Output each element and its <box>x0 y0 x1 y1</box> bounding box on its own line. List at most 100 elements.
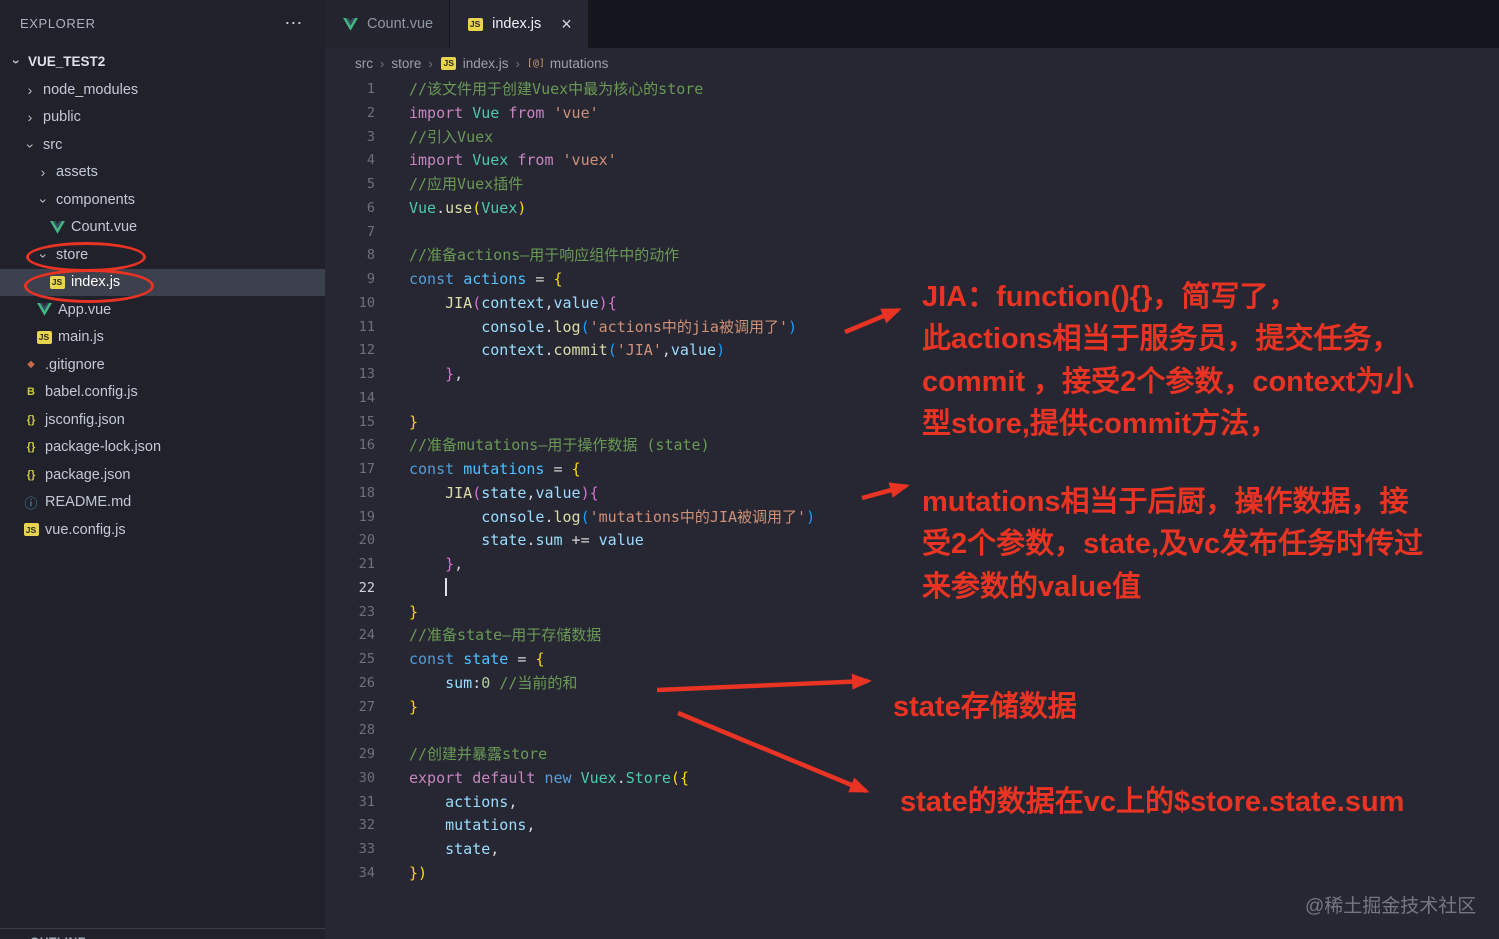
tree-item-App.vue[interactable]: App.vue <box>0 296 325 324</box>
tree-item-main.js[interactable]: JS main.js <box>0 324 325 352</box>
code-line-20[interactable]: 20 state.sum += value <box>325 529 1499 553</box>
tree-item-store[interactable]: › store <box>0 241 325 269</box>
breadcrumb-item-mutations[interactable]: [@] mutations <box>527 56 609 71</box>
tree-item-assets[interactable]: › assets <box>0 159 325 187</box>
tree-item-src[interactable]: › src <box>0 131 325 159</box>
code-line-27[interactable]: 27} <box>325 696 1499 720</box>
line-number[interactable]: 6 <box>325 197 375 221</box>
tab-index.js[interactable]: JS index.js × <box>450 0 589 48</box>
code-line-4[interactable]: 4 import Vuex from 'vuex' <box>325 149 1499 173</box>
line-number[interactable]: 9 <box>325 268 375 292</box>
code-line-18[interactable]: 18 JIA(state,value){ <box>325 482 1499 506</box>
code-line-33[interactable]: 33 state, <box>325 838 1499 862</box>
code-line-34[interactable]: 34}) <box>325 862 1499 886</box>
code-line-21[interactable]: 21 }, <box>325 553 1499 577</box>
line-number[interactable]: 8 <box>325 244 375 268</box>
line-number[interactable]: 1 <box>325 78 375 102</box>
code-line-17[interactable]: 17 const mutations = { <box>325 458 1499 482</box>
tree-item-jsconfig.json[interactable]: {} jsconfig.json <box>0 406 325 434</box>
line-number[interactable]: 33 <box>325 838 375 862</box>
code-line-16[interactable]: 16 //准备mutations—用于操作数据 (state) <box>325 434 1499 458</box>
line-number[interactable]: 2 <box>325 102 375 126</box>
line-number[interactable]: 12 <box>325 339 375 363</box>
breadcrumb-label: src <box>355 55 373 71</box>
code-line-24[interactable]: 24 //准备state—用于存储数据 <box>325 624 1499 648</box>
code-line-22[interactable]: 22 <box>325 577 1499 601</box>
code-line-25[interactable]: 25 const state = { <box>325 648 1499 672</box>
line-number[interactable]: 10 <box>325 292 375 316</box>
line-number[interactable]: 14 <box>325 387 375 411</box>
line-number[interactable]: 25 <box>325 648 375 672</box>
line-number[interactable]: 17 <box>325 458 375 482</box>
line-number[interactable]: 13 <box>325 363 375 387</box>
more-actions-icon[interactable]: ⋯ <box>284 14 303 32</box>
code-line-3[interactable]: 3 //引入Vuex <box>325 126 1499 150</box>
tree-item-public[interactable]: › public <box>0 104 325 132</box>
code-line-6[interactable]: 6 Vue.use(Vuex) <box>325 197 1499 221</box>
line-number[interactable]: 11 <box>325 316 375 340</box>
line-number[interactable]: 30 <box>325 767 375 791</box>
tree-item-node_modules[interactable]: › node_modules <box>0 76 325 104</box>
code-line-9[interactable]: 9 const actions = { <box>325 268 1499 292</box>
line-number[interactable]: 29 <box>325 743 375 767</box>
project-root[interactable]: › VUE_TEST2 <box>0 46 325 76</box>
code-text: const mutations = { <box>409 460 581 478</box>
breadcrumb-item-index.js[interactable]: JS index.js <box>440 56 508 71</box>
line-number[interactable]: 20 <box>325 529 375 553</box>
line-number[interactable]: 3 <box>325 126 375 150</box>
code-line-15[interactable]: 15} <box>325 411 1499 435</box>
code-line-13[interactable]: 13 }, <box>325 363 1499 387</box>
tree-item-index.js[interactable]: JS index.js <box>0 268 325 296</box>
outline-section[interactable]: › OUTLINE <box>0 928 325 939</box>
code-line-1[interactable]: 1 //该文件用于创建Vuex中最为核心的store <box>325 78 1499 102</box>
code-line-5[interactable]: 5 //应用Vuex插件 <box>325 173 1499 197</box>
line-number[interactable]: 32 <box>325 814 375 838</box>
tree-item-components[interactable]: › components <box>0 186 325 214</box>
line-number[interactable]: 23 <box>325 601 375 625</box>
code-line-31[interactable]: 31 actions, <box>325 791 1499 815</box>
line-number[interactable]: 19 <box>325 506 375 530</box>
code-line-26[interactable]: 26 sum:0 //当前的和 <box>325 672 1499 696</box>
code-line-32[interactable]: 32 mutations, <box>325 814 1499 838</box>
tree-item-package.json[interactable]: {} package.json <box>0 461 325 489</box>
line-number[interactable]: 7 <box>325 221 375 245</box>
line-number[interactable]: 26 <box>325 672 375 696</box>
code-line-19[interactable]: 19 console.log('mutations中的JIA被调用了') <box>325 506 1499 530</box>
tree-item-package-lock.json[interactable]: {} package-lock.json <box>0 434 325 462</box>
code-line-12[interactable]: 12 context.commit('JIA',value) <box>325 339 1499 363</box>
close-icon[interactable]: × <box>561 15 572 33</box>
line-number[interactable]: 18 <box>325 482 375 506</box>
line-number[interactable]: 24 <box>325 624 375 648</box>
code-line-29[interactable]: 29 //创建并暴露store <box>325 743 1499 767</box>
line-number[interactable]: 4 <box>325 149 375 173</box>
code-line-7[interactable]: 7 <box>325 221 1499 245</box>
line-number[interactable]: 5 <box>325 173 375 197</box>
breadcrumb-item-store[interactable]: store <box>391 56 421 71</box>
code-line-8[interactable]: 8 //准备actions—用于响应组件中的动作 <box>325 244 1499 268</box>
tree-item-vue.config.js[interactable]: JS vue.config.js <box>0 516 325 544</box>
code-line-28[interactable]: 28 <box>325 719 1499 743</box>
line-number[interactable]: 16 <box>325 434 375 458</box>
line-number[interactable]: 28 <box>325 719 375 743</box>
line-number[interactable]: 21 <box>325 553 375 577</box>
tree-item-label: jsconfig.json <box>45 411 125 428</box>
tree-item-babel.config.js[interactable]: Bbabel.config.js <box>0 379 325 407</box>
line-number[interactable]: 34 <box>325 862 375 886</box>
code-line-23[interactable]: 23} <box>325 601 1499 625</box>
breadcrumb-item-src[interactable]: src <box>355 56 373 71</box>
code-line-30[interactable]: 30 export default new Vuex.Store({ <box>325 767 1499 791</box>
tree-item-label: components <box>56 191 135 208</box>
code-line-11[interactable]: 11 console.log('actions中的jia被调用了') <box>325 316 1499 340</box>
tab-Count.vue[interactable]: Count.vue <box>325 0 451 48</box>
code-line-14[interactable]: 14 <box>325 387 1499 411</box>
code-line-10[interactable]: 10 JIA(context,value){ <box>325 292 1499 316</box>
tree-item-Count.vue[interactable]: Count.vue <box>0 214 325 242</box>
line-number[interactable]: 31 <box>325 791 375 815</box>
tree-item-.gitignore[interactable]: ◆ .gitignore <box>0 351 325 379</box>
code-line-2[interactable]: 2 import Vue from 'vue' <box>325 102 1499 126</box>
tree-item-README.md[interactable]: ⓘ README.md <box>0 489 325 517</box>
line-number[interactable]: 27 <box>325 696 375 720</box>
line-number[interactable]: 22 <box>325 577 375 601</box>
line-number[interactable]: 15 <box>325 411 375 435</box>
